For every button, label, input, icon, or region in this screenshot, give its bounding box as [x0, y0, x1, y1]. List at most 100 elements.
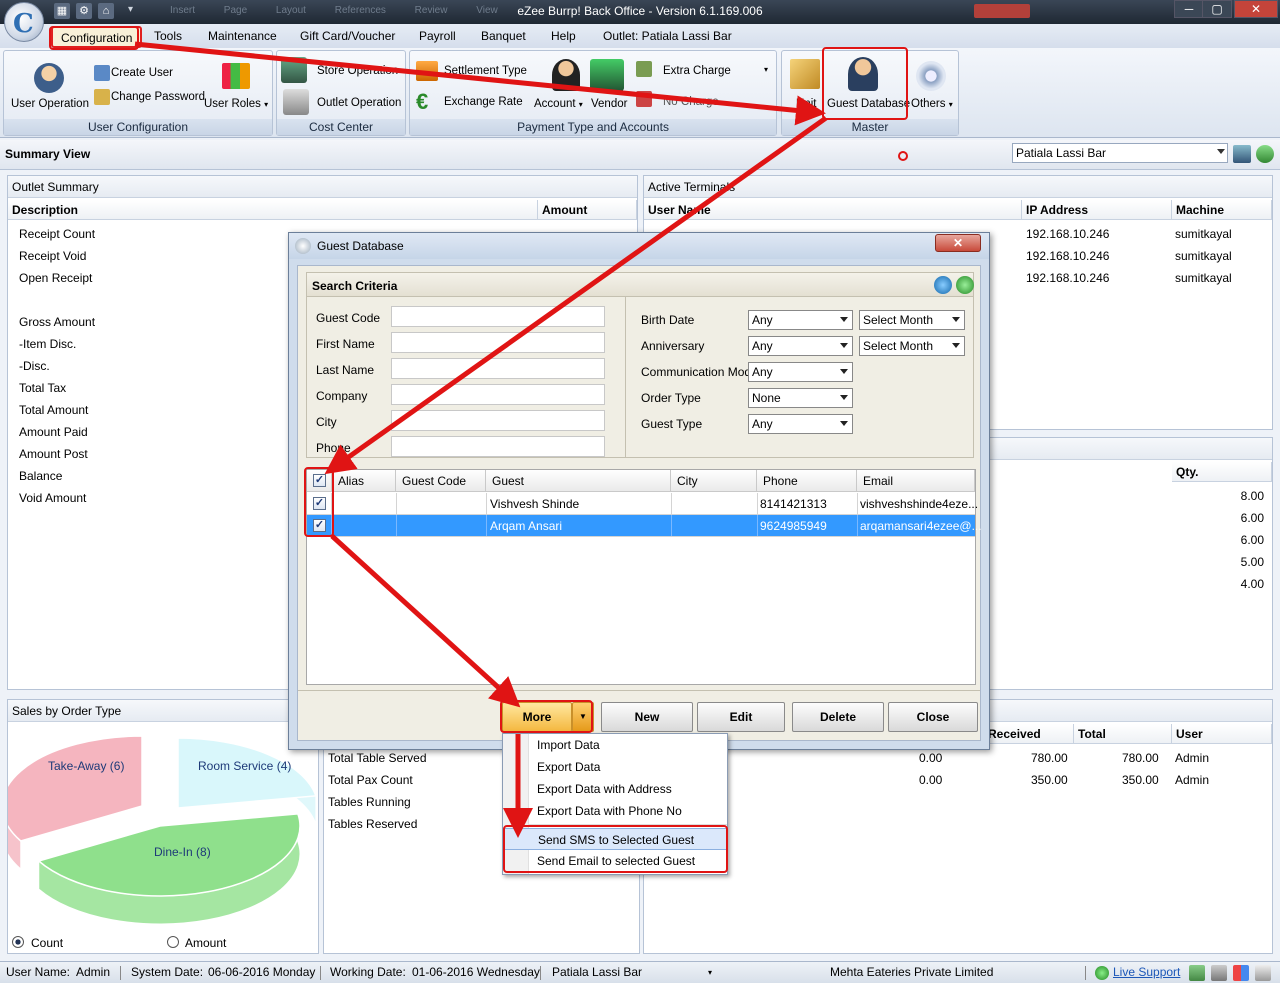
menu-item-export-phone[interactable]: Export Data with Phone No [503, 800, 727, 822]
search-label: Last Name [316, 363, 375, 377]
chevron-down-icon[interactable]: ▾ [708, 968, 712, 977]
qty-value: 8.00 [1240, 489, 1264, 503]
anniversary-select[interactable]: Any [748, 336, 853, 356]
menu-item-import-data[interactable]: Import Data [503, 734, 727, 756]
search-input-guest-code[interactable] [391, 306, 605, 327]
search-input-city[interactable] [391, 410, 605, 431]
reset-icon[interactable] [956, 276, 974, 294]
col-user-name[interactable]: User Name [644, 200, 1022, 220]
menu-maintenance[interactable]: Maintenance [200, 24, 285, 48]
search-input-company[interactable] [391, 384, 605, 405]
col-description[interactable]: Description [8, 200, 538, 220]
menu-banquet[interactable]: Banquet [473, 24, 534, 48]
extra-charge-button[interactable]: Extra Charge [663, 65, 731, 77]
grid-col-guest-code[interactable]: Guest Code [396, 470, 486, 492]
status-outlet[interactable]: Patiala Lassi Bar [552, 965, 642, 979]
birth-date-select[interactable]: Any [748, 310, 853, 330]
edit-button[interactable]: Edit [697, 702, 785, 732]
chevron-down-icon [1217, 149, 1225, 154]
menu-configuration[interactable]: Configuration [51, 26, 143, 48]
menu-gift-card[interactable]: Gift Card/Voucher [292, 24, 403, 48]
grid-col-email[interactable]: Email [857, 470, 975, 492]
maximize-button[interactable]: ▢ [1202, 0, 1232, 18]
search-input-first-name[interactable] [391, 332, 605, 353]
user-roles-button[interactable]: User Roles ▾ [204, 98, 268, 110]
menu-bar: Configuration Tools Maintenance Gift Car… [0, 24, 1280, 48]
store-operation-button[interactable]: Store Operation [317, 65, 398, 77]
order-type-select[interactable]: None [748, 388, 853, 408]
summary-row-label: Receipt Count [19, 227, 96, 241]
search-input-last-name[interactable] [391, 358, 605, 379]
tray-icon-3[interactable] [1233, 965, 1249, 981]
app-small-icon [295, 238, 311, 254]
dropdown-arrow-icon[interactable]: ▾ [764, 65, 768, 74]
menu-item-export-address[interactable]: Export Data with Address [503, 778, 727, 800]
close-button[interactable]: Close [888, 702, 978, 732]
no-charge-button[interactable]: No Charge [663, 96, 719, 108]
grid-col-city[interactable]: City [671, 470, 757, 492]
menu-payroll[interactable]: Payroll [411, 24, 464, 48]
delete-button[interactable]: Delete [792, 702, 884, 732]
app-logo[interactable]: C [4, 2, 44, 42]
search-input-phone[interactable] [391, 436, 605, 457]
search-label: Guest Code [316, 311, 381, 325]
tray-icon-2[interactable] [1211, 965, 1227, 981]
qty-value: 4.00 [1240, 577, 1264, 591]
refresh-icon[interactable] [1256, 145, 1274, 163]
radio-count[interactable] [12, 936, 24, 948]
guest-type-select[interactable]: Any [748, 414, 853, 434]
others-button[interactable]: Others ▾ [911, 98, 953, 110]
col-qty[interactable]: Qty. [1172, 462, 1272, 482]
table-row[interactable]: ✓ Arqam Ansari 9624985949 arqamansari4ezee@… [307, 515, 982, 537]
exchange-rate-button[interactable]: Exchange Rate [444, 96, 523, 108]
create-user-button[interactable]: Create User [111, 67, 173, 79]
outlet-select[interactable]: Patiala Lassi Bar [1012, 143, 1228, 163]
outlet-operation-button[interactable]: Outlet Operation [317, 97, 401, 109]
more-dropdown-arrow-icon[interactable]: ▼ [572, 702, 594, 732]
row-checkbox[interactable]: ✓ [313, 519, 326, 532]
search-icon[interactable] [934, 276, 952, 294]
grid-col-guest[interactable]: Guest [486, 470, 671, 492]
col-amount[interactable]: Amount [538, 200, 637, 220]
vendor-button[interactable]: Vendor [591, 98, 627, 110]
radio-amount[interactable] [167, 936, 179, 948]
birth-month-select[interactable]: Select Month [859, 310, 965, 330]
menu-help[interactable]: Help [543, 24, 584, 48]
account-button[interactable]: Account ▾ [534, 98, 583, 110]
dialog-close-button[interactable]: ✕ [935, 234, 981, 252]
tray-icon-4[interactable] [1255, 965, 1271, 981]
row-checkbox[interactable]: ✓ [313, 497, 326, 510]
col-user[interactable]: User [1172, 724, 1272, 744]
tray-icon-1[interactable] [1189, 965, 1205, 981]
grid-col-phone[interactable]: Phone [757, 470, 857, 492]
col-ip-address[interactable]: IP Address [1022, 200, 1172, 220]
more-button[interactable]: More [502, 702, 572, 732]
menu-item-send-sms[interactable]: Send SMS to Selected Guest [503, 828, 727, 850]
anniversary-month-select[interactable]: Select Month [859, 336, 965, 356]
menu-item-send-email[interactable]: Send Email to selected Guest [503, 850, 727, 872]
working-date-value: 01-06-2016 Wednesday [412, 965, 540, 979]
chevron-down-icon [840, 395, 848, 400]
live-support-link[interactable]: Live Support [1113, 965, 1180, 979]
table-row[interactable]: ✓ Vishvesh Shinde 8141421313 vishveshshinde… [307, 493, 978, 515]
col-received[interactable]: Received [984, 724, 1074, 744]
filter-icon[interactable] [1233, 145, 1251, 163]
user-operation-button[interactable]: User Operation [11, 98, 89, 110]
menu-item-export-data[interactable]: Export Data [503, 756, 727, 778]
close-window-button[interactable]: ✕ [1234, 0, 1278, 18]
minimize-button[interactable]: ─ [1174, 0, 1204, 18]
grid-col-alias[interactable]: Alias [332, 470, 396, 492]
communication-mode-select[interactable]: Any [748, 362, 853, 382]
guest-database-button[interactable]: Guest Database [827, 98, 910, 110]
select-all-checkbox[interactable]: ✓ [313, 474, 326, 487]
new-button[interactable]: New [601, 702, 693, 732]
settlement-type-button[interactable]: Settlement Type [444, 65, 527, 77]
col-total[interactable]: Total [1074, 724, 1172, 744]
summary-row-label: Balance [19, 469, 63, 483]
menu-outlet[interactable]: Outlet: Patiala Lassi Bar [595, 24, 740, 48]
unit-button[interactable]: Unit [796, 98, 816, 110]
change-password-button[interactable]: Change Password [111, 91, 205, 103]
col-machine[interactable]: Machine [1172, 200, 1272, 220]
menu-tools[interactable]: Tools [146, 24, 190, 48]
account-label: Account [534, 98, 576, 110]
